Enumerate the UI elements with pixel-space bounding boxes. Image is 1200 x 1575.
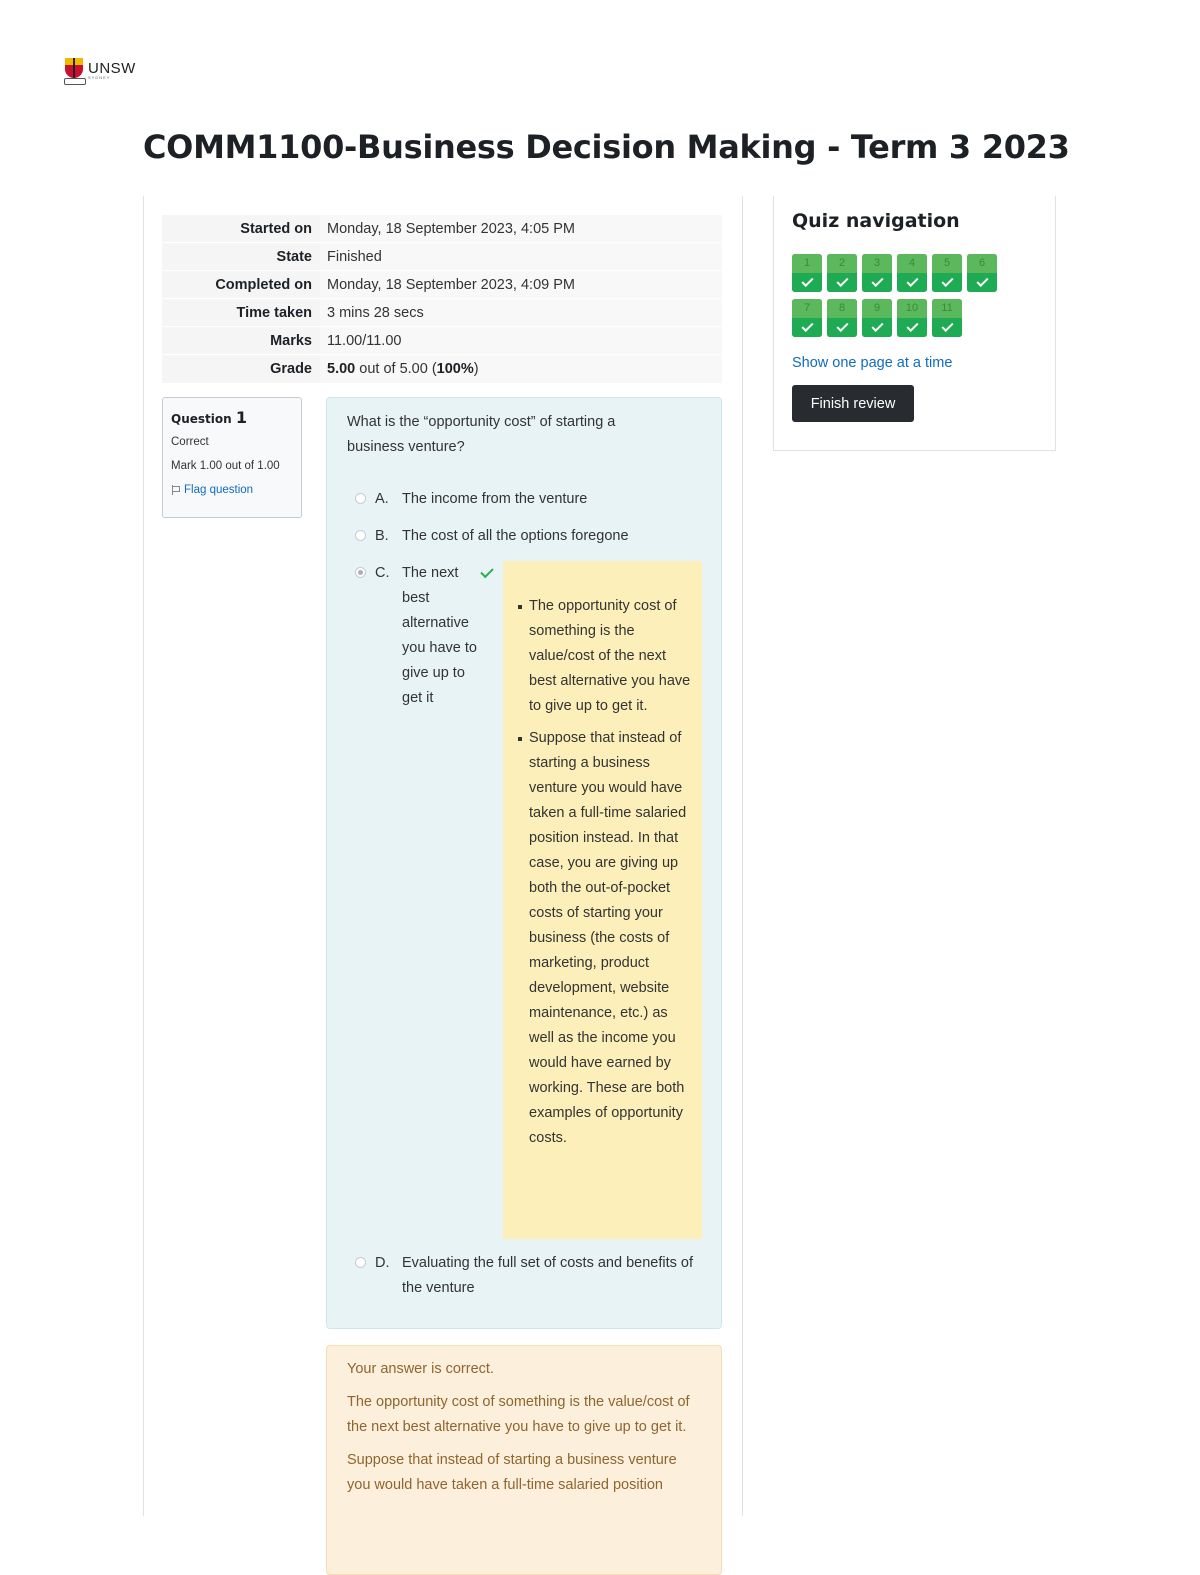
answer-option-c[interactable]: C. The next best alternative you have to… bbox=[355, 561, 505, 721]
summary-value: Finished bbox=[320, 242, 722, 271]
summary-row-marks: Marks 11.00/11.00 bbox=[162, 326, 722, 355]
unsw-logo[interactable]: UNSW SYDNEY bbox=[64, 56, 136, 85]
nav-question-1[interactable]: 1 bbox=[792, 254, 822, 292]
summary-label: Time taken bbox=[162, 298, 320, 327]
question-content: What is the “opportunity cost” of starti… bbox=[326, 397, 722, 1329]
check-icon bbox=[862, 273, 892, 292]
question-grade: Mark 1.00 out of 1.00 bbox=[171, 460, 280, 472]
check-icon bbox=[792, 273, 822, 292]
nav-question-6[interactable]: 6 bbox=[967, 254, 997, 292]
correct-check-icon bbox=[480, 564, 494, 579]
grade-score: 5.00 bbox=[327, 360, 356, 377]
check-icon bbox=[967, 273, 997, 292]
check-icon bbox=[862, 318, 892, 337]
radio-b[interactable] bbox=[355, 530, 366, 541]
specific-feedback: The opportunity cost of something is the… bbox=[503, 561, 702, 1239]
grade-out-of: out of 5.00 ( bbox=[355, 360, 437, 377]
answer-option-b[interactable]: B. The cost of all the options foregone bbox=[355, 524, 705, 549]
page-title: COMM1100-Business Decision Making - Term… bbox=[143, 128, 1070, 166]
general-feedback: Your answer is correct. The opportunity … bbox=[326, 1345, 722, 1575]
summary-value: 5.00 out of 5.00 (100%) bbox=[320, 354, 722, 383]
check-icon bbox=[932, 318, 962, 337]
question-text: What is the “opportunity cost” of starti… bbox=[347, 414, 616, 455]
attempt-summary-table: Started on Monday, 18 September 2023, 4:… bbox=[162, 214, 722, 383]
outcome-paragraph: Suppose that instead of starting a busin… bbox=[347, 1452, 677, 1493]
feedback-item: The opportunity cost of something is the… bbox=[518, 594, 692, 719]
radio-c-selected[interactable] bbox=[355, 567, 366, 578]
flag-icon bbox=[171, 485, 180, 495]
check-icon bbox=[932, 273, 962, 292]
summary-row-grade: Grade 5.00 out of 5.00 (100%) bbox=[162, 354, 722, 383]
nav-question-3[interactable]: 3 bbox=[862, 254, 892, 292]
nav-question-11[interactable]: 11 bbox=[932, 299, 962, 337]
summary-label: Marks bbox=[162, 326, 320, 355]
crest-icon bbox=[64, 56, 86, 85]
answer-option-d[interactable]: D. Evaluating the full set of costs and … bbox=[355, 1251, 705, 1301]
check-icon bbox=[827, 318, 857, 337]
outcome-paragraph: The opportunity cost of something is the… bbox=[347, 1394, 690, 1435]
check-icon bbox=[897, 318, 927, 337]
feedback-item: Suppose that instead of starting a busin… bbox=[518, 726, 692, 1151]
summary-row-time-taken: Time taken 3 mins 28 secs bbox=[162, 298, 722, 327]
grade-close: ) bbox=[473, 360, 479, 377]
outcome-correct: Your answer is correct. bbox=[347, 1361, 494, 1377]
summary-value: 11.00/11.00 bbox=[320, 326, 722, 355]
summary-label: Completed on bbox=[162, 270, 320, 299]
nav-question-5[interactable]: 5 bbox=[932, 254, 962, 292]
answer-option-a[interactable]: A. The income from the venture bbox=[355, 487, 705, 512]
logo-text: UNSW bbox=[88, 59, 136, 77]
summary-row-state: State Finished bbox=[162, 242, 722, 271]
nav-question-10[interactable]: 10 bbox=[897, 299, 927, 337]
flag-question-link[interactable]: Flag question bbox=[171, 484, 293, 496]
show-one-page-link[interactable]: Show one page at a time bbox=[792, 355, 952, 371]
radio-a[interactable] bbox=[355, 493, 366, 504]
nav-question-4[interactable]: 4 bbox=[897, 254, 927, 292]
summary-label: State bbox=[162, 242, 320, 271]
summary-row-completed: Completed on Monday, 18 September 2023, … bbox=[162, 270, 722, 299]
question-state: Correct bbox=[171, 436, 209, 448]
nav-question-9[interactable]: 9 bbox=[862, 299, 892, 337]
finish-review-button[interactable]: Finish review bbox=[792, 385, 914, 422]
grade-percent: 100% bbox=[436, 360, 474, 377]
check-icon bbox=[792, 318, 822, 337]
summary-label: Grade bbox=[162, 354, 320, 383]
quiz-navigation-title: Quiz navigation bbox=[792, 210, 960, 232]
nav-question-8[interactable]: 8 bbox=[827, 299, 857, 337]
nav-question-2[interactable]: 2 bbox=[827, 254, 857, 292]
check-icon bbox=[897, 273, 927, 292]
radio-d[interactable] bbox=[355, 1257, 366, 1268]
summary-value: Monday, 18 September 2023, 4:09 PM bbox=[320, 270, 722, 299]
summary-value: 3 mins 28 secs bbox=[320, 298, 722, 327]
summary-label: Started on bbox=[162, 214, 320, 243]
check-icon bbox=[827, 273, 857, 292]
question-info: Question 1 Correct Mark 1.00 out of 1.00… bbox=[162, 397, 302, 518]
nav-question-7[interactable]: 7 bbox=[792, 299, 822, 337]
summary-row-started: Started on Monday, 18 September 2023, 4:… bbox=[162, 214, 722, 243]
summary-value: Monday, 18 September 2023, 4:05 PM bbox=[320, 214, 722, 243]
question-number: Question 1 bbox=[171, 408, 247, 427]
